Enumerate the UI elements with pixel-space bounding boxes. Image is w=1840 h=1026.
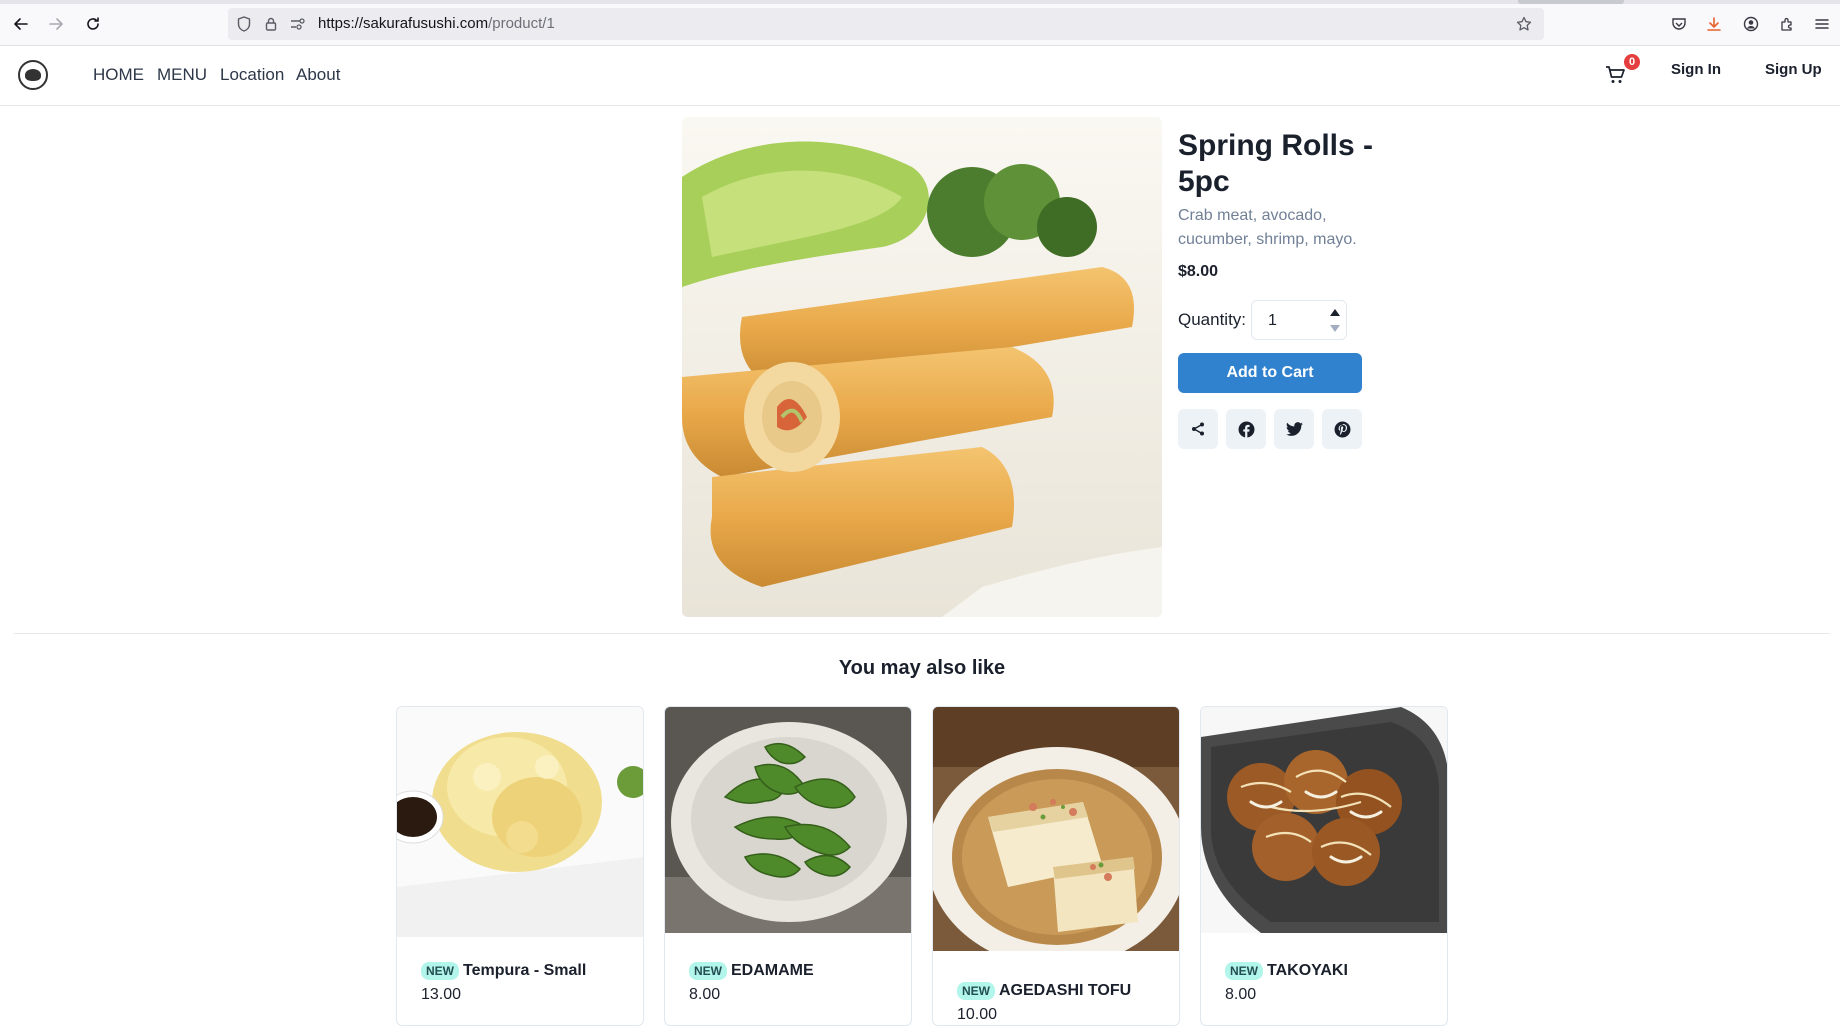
site-header: HOME MENU Location About 0 Sign In Sign … bbox=[0, 46, 1840, 106]
card-title-row: NEW TAKOYAKI bbox=[1225, 961, 1348, 981]
bookmark-star-icon[interactable] bbox=[1516, 16, 1532, 32]
url-text[interactable]: https://sakurafusushi.com/product/1 bbox=[318, 15, 555, 33]
nav-home[interactable]: HOME bbox=[93, 64, 144, 86]
permissions-icon[interactable] bbox=[290, 16, 306, 32]
card-title-row: NEW EDAMAME bbox=[689, 961, 814, 981]
card-name[interactable]: EDAMAME bbox=[731, 961, 814, 981]
card-title-row: NEW AGEDASHI TOFU bbox=[957, 981, 1131, 1001]
forward-icon[interactable] bbox=[44, 12, 68, 36]
product-title: Spring Rolls - 5pc bbox=[1178, 129, 1373, 198]
quantity-value[interactable]: 1 bbox=[1268, 311, 1277, 331]
product-price: $8.00 bbox=[1178, 263, 1219, 280]
nav-about[interactable]: About bbox=[296, 64, 340, 86]
product-card[interactable]: NEW AGEDASHI TOFU 10.00 bbox=[932, 706, 1180, 1026]
decrement-icon[interactable] bbox=[1328, 322, 1342, 334]
card-price: 13.00 bbox=[421, 986, 462, 1003]
cart-count-badge: 0 bbox=[1624, 54, 1640, 70]
product-card-image bbox=[665, 707, 911, 933]
pinterest-icon[interactable] bbox=[1322, 409, 1362, 449]
quantity-label: Quantity: bbox=[1178, 310, 1247, 329]
increment-icon[interactable] bbox=[1328, 306, 1342, 318]
url-host: https://sakurafusushi.com bbox=[318, 15, 489, 32]
nav-menu[interactable]: MENU bbox=[157, 64, 207, 86]
card-title-row: NEW Tempura - Small bbox=[421, 961, 586, 981]
product-card-image bbox=[1201, 707, 1447, 933]
related-heading: You may also like bbox=[838, 657, 1006, 679]
account-icon[interactable] bbox=[1739, 12, 1763, 36]
card-name[interactable]: AGEDASHI TOFU bbox=[999, 981, 1131, 1001]
card-price: 8.00 bbox=[689, 986, 721, 1003]
product-image bbox=[682, 117, 1162, 617]
sign-in-link[interactable]: Sign In bbox=[1671, 60, 1721, 80]
pocket-icon[interactable] bbox=[1667, 12, 1691, 36]
downloads-icon[interactable] bbox=[1702, 12, 1726, 36]
product-card-image bbox=[933, 707, 1179, 967]
extensions-icon[interactable] bbox=[1775, 12, 1799, 36]
new-badge: NEW bbox=[1225, 962, 1263, 980]
logo-mark bbox=[25, 69, 41, 81]
add-to-cart-button[interactable]: Add to Cart bbox=[1178, 353, 1362, 393]
quantity-stepper[interactable]: 1 bbox=[1251, 300, 1347, 340]
twitter-icon[interactable] bbox=[1274, 409, 1314, 449]
facebook-icon[interactable] bbox=[1226, 409, 1266, 449]
url-bar[interactable]: https://sakurafusushi.com/product/1 bbox=[228, 8, 1544, 40]
product-card[interactable]: NEW EDAMAME 8.00 bbox=[664, 706, 912, 1026]
nav-location[interactable]: Location bbox=[220, 64, 284, 86]
sign-up-link[interactable]: Sign Up bbox=[1765, 60, 1822, 80]
active-tab-indicator bbox=[1518, 0, 1624, 4]
new-badge: NEW bbox=[957, 982, 995, 1000]
menu-icon[interactable] bbox=[1810, 12, 1834, 36]
browser-toolbar: https://sakurafusushi.com/product/1 bbox=[0, 0, 1840, 46]
new-badge: NEW bbox=[689, 962, 727, 980]
card-price: 10.00 bbox=[957, 1006, 998, 1023]
product-card[interactable]: NEW TAKOYAKI 8.00 bbox=[1200, 706, 1448, 1026]
card-price: 8.00 bbox=[1225, 986, 1257, 1003]
back-icon[interactable] bbox=[9, 12, 33, 36]
cart-icon[interactable] bbox=[1604, 64, 1628, 88]
url-path: /product/1 bbox=[488, 15, 555, 32]
tracking-shield-icon[interactable] bbox=[236, 16, 252, 32]
product-description: Crab meat, avocado, cucumber, shrimp, ma… bbox=[1178, 207, 1357, 248]
new-badge: NEW bbox=[421, 962, 459, 980]
reload-icon[interactable] bbox=[81, 12, 105, 36]
card-name[interactable]: Tempura - Small bbox=[463, 961, 586, 981]
card-name[interactable]: TAKOYAKI bbox=[1267, 961, 1348, 981]
tab-strip bbox=[0, 0, 1840, 4]
product-card-image bbox=[397, 707, 643, 937]
product-card[interactable]: NEW Tempura - Small 13.00 bbox=[396, 706, 644, 1026]
lock-icon[interactable] bbox=[263, 16, 279, 32]
section-divider bbox=[14, 633, 1830, 634]
restaurant-logo[interactable] bbox=[18, 60, 48, 90]
share-icon[interactable] bbox=[1178, 409, 1218, 449]
